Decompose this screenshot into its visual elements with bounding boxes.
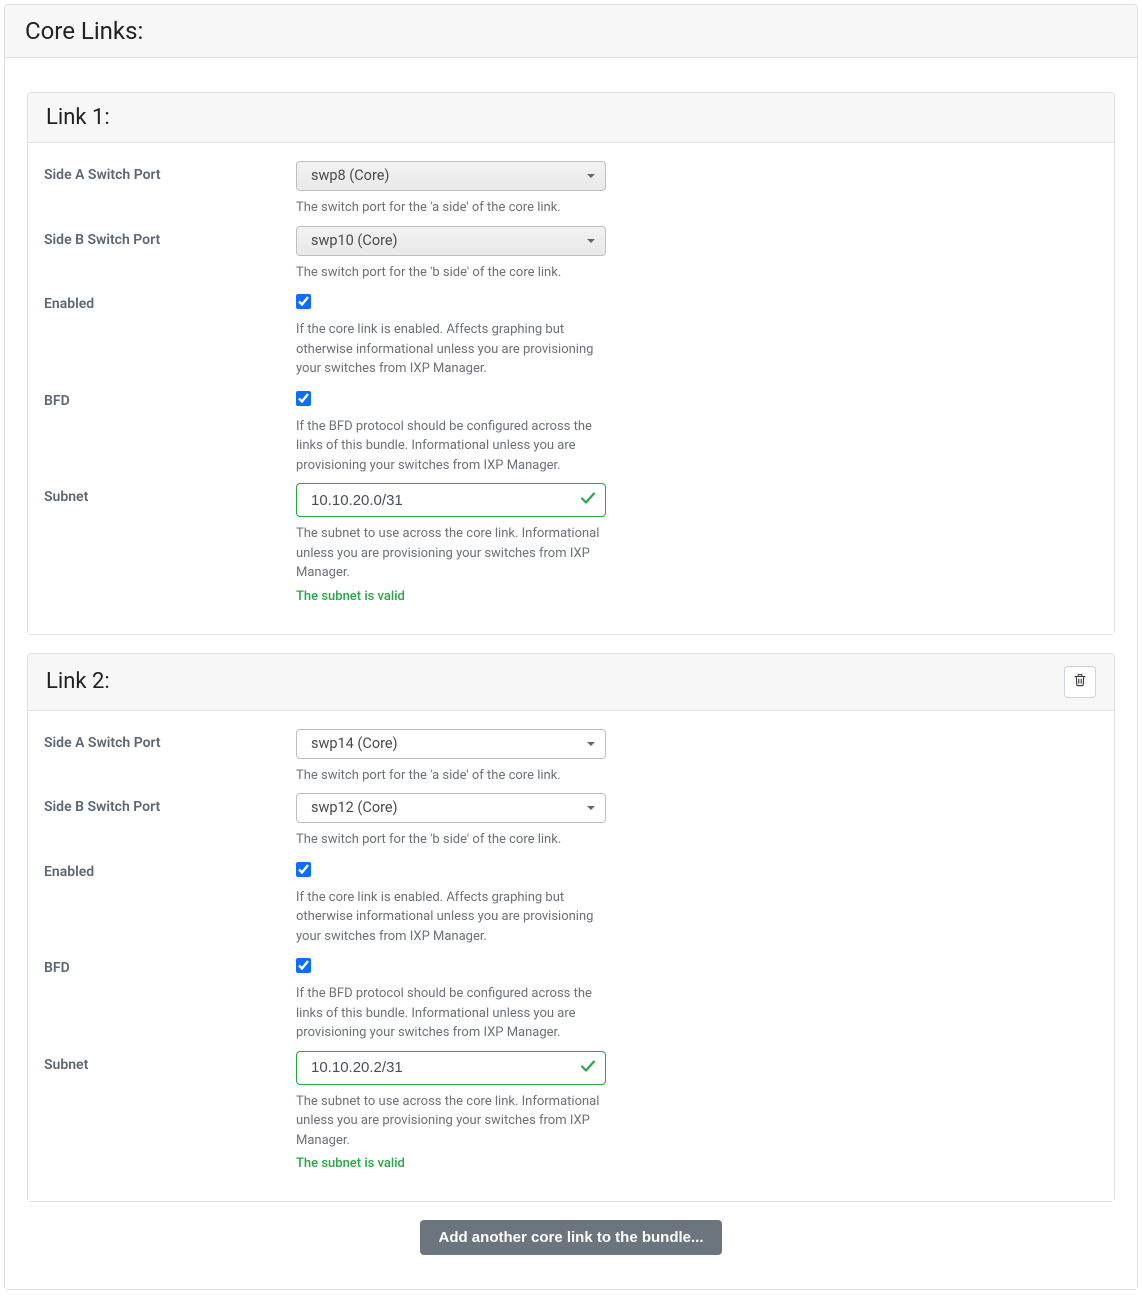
subnet-valid: The subnet is valid: [296, 1156, 606, 1171]
enabled-help: If the core link is enabled. Affects gra…: [296, 320, 606, 379]
side-a-select[interactable]: swp14 (Core): [296, 729, 606, 759]
enabled-label: Enabled: [44, 296, 94, 312]
link-panel-2: Link 2: Side A Switch Port: [27, 653, 1115, 1203]
core-links-header: Core Links:: [5, 5, 1137, 58]
side-b-value: swp12 (Core): [311, 799, 398, 816]
side-b-help: The switch port for the 'b side' of the …: [296, 263, 606, 283]
control-col: swp14 (Core) The switch port for the 'a …: [296, 729, 606, 786]
side-b-select[interactable]: swp10 (Core): [296, 226, 606, 256]
enabled-label: Enabled: [44, 864, 94, 880]
add-core-link-button[interactable]: Add another core link to the bundle...: [420, 1220, 721, 1255]
control-col: If the BFD protocol should be configured…: [296, 387, 606, 476]
subnet-input[interactable]: [296, 483, 606, 517]
side-b-label: Side B Switch Port: [44, 232, 160, 248]
link-2-header: Link 2:: [28, 654, 1114, 711]
label-col: BFD: [44, 387, 296, 476]
chevron-down-icon: [587, 742, 595, 746]
side-a-label: Side A Switch Port: [44, 735, 161, 751]
row-bfd: BFD If the BFD protocol should be config…: [44, 387, 1098, 476]
label-col: Side A Switch Port: [44, 161, 296, 218]
side-a-help: The switch port for the 'a side' of the …: [296, 198, 606, 218]
link-panel-1: Link 1: Side A Switch Port swp8 (Core) T…: [27, 92, 1115, 635]
side-b-value: swp10 (Core): [311, 232, 398, 249]
label-col: Side A Switch Port: [44, 729, 296, 786]
core-links-panel: Core Links: Link 1: Side A Switch Port s…: [4, 4, 1138, 1290]
side-a-select[interactable]: swp8 (Core): [296, 161, 606, 191]
control-col: swp10 (Core) The switch port for the 'b …: [296, 226, 606, 283]
side-b-select[interactable]: swp12 (Core): [296, 793, 606, 823]
row-side-b: Side B Switch Port swp10 (Core) The swit…: [44, 226, 1098, 283]
subnet-help: The subnet to use across the core link. …: [296, 524, 606, 583]
check-icon: [580, 1058, 596, 1078]
label-col: Enabled: [44, 290, 296, 379]
subnet-input[interactable]: [296, 1051, 606, 1085]
check-icon: [580, 490, 596, 510]
row-enabled: Enabled If the core link is enabled. Aff…: [44, 858, 1098, 947]
side-a-value: swp8 (Core): [311, 167, 389, 184]
row-side-a: Side A Switch Port swp8 (Core) The switc…: [44, 161, 1098, 218]
side-a-value: swp14 (Core): [311, 735, 398, 752]
control-col: If the core link is enabled. Affects gra…: [296, 290, 606, 379]
bfd-label: BFD: [44, 960, 70, 976]
link-2-title: Link 2:: [46, 669, 110, 694]
control-col: The subnet to use across the core link. …: [296, 483, 606, 604]
bfd-label: BFD: [44, 393, 70, 409]
subnet-valid: The subnet is valid: [296, 589, 606, 604]
chevron-down-icon: [587, 239, 595, 243]
control-col: swp12 (Core) The switch port for the 'b …: [296, 793, 606, 850]
bfd-help: If the BFD protocol should be configured…: [296, 984, 606, 1043]
label-col: Side B Switch Port: [44, 226, 296, 283]
subnet-label: Subnet: [44, 1057, 88, 1073]
bfd-help: If the BFD protocol should be configured…: [296, 417, 606, 476]
control-col: If the core link is enabled. Affects gra…: [296, 858, 606, 947]
side-a-help: The switch port for the 'a side' of the …: [296, 766, 606, 786]
chevron-down-icon: [587, 174, 595, 178]
subnet-help: The subnet to use across the core link. …: [296, 1092, 606, 1151]
link-2-body: Side A Switch Port swp14 (Core) The swit…: [28, 711, 1114, 1202]
delete-link-button[interactable]: [1064, 666, 1096, 698]
side-a-label: Side A Switch Port: [44, 167, 161, 183]
label-col: Side B Switch Port: [44, 793, 296, 850]
subnet-label: Subnet: [44, 489, 88, 505]
subnet-input-wrap: [296, 1051, 606, 1085]
trash-icon: [1073, 673, 1087, 690]
link-1-title: Link 1:: [46, 105, 110, 130]
row-subnet: Subnet The subnet to use across the core…: [44, 1051, 1098, 1172]
label-col: BFD: [44, 954, 296, 1043]
row-bfd: BFD If the BFD protocol should be config…: [44, 954, 1098, 1043]
side-b-help: The switch port for the 'b side' of the …: [296, 830, 606, 850]
core-links-title: Core Links:: [25, 17, 143, 45]
label-col: Subnet: [44, 483, 296, 604]
control-col: If the BFD protocol should be configured…: [296, 954, 606, 1043]
enabled-checkbox[interactable]: [296, 862, 311, 877]
row-subnet: Subnet The subnet to use across the core…: [44, 483, 1098, 604]
link-1-header: Link 1:: [28, 93, 1114, 143]
link-1-body: Side A Switch Port swp8 (Core) The switc…: [28, 143, 1114, 634]
core-links-body: Link 1: Side A Switch Port swp8 (Core) T…: [5, 58, 1137, 1289]
enabled-checkbox[interactable]: [296, 294, 311, 309]
control-col: swp8 (Core) The switch port for the 'a s…: [296, 161, 606, 218]
row-side-b: Side B Switch Port swp12 (Core) The swit…: [44, 793, 1098, 850]
subnet-input-wrap: [296, 483, 606, 517]
row-enabled: Enabled If the core link is enabled. Aff…: [44, 290, 1098, 379]
row-side-a: Side A Switch Port swp14 (Core) The swit…: [44, 729, 1098, 786]
enabled-help: If the core link is enabled. Affects gra…: [296, 888, 606, 947]
label-col: Enabled: [44, 858, 296, 947]
side-b-label: Side B Switch Port: [44, 799, 160, 815]
control-col: The subnet to use across the core link. …: [296, 1051, 606, 1172]
bfd-checkbox[interactable]: [296, 391, 311, 406]
label-col: Subnet: [44, 1051, 296, 1172]
bfd-checkbox[interactable]: [296, 958, 311, 973]
chevron-down-icon: [587, 806, 595, 810]
